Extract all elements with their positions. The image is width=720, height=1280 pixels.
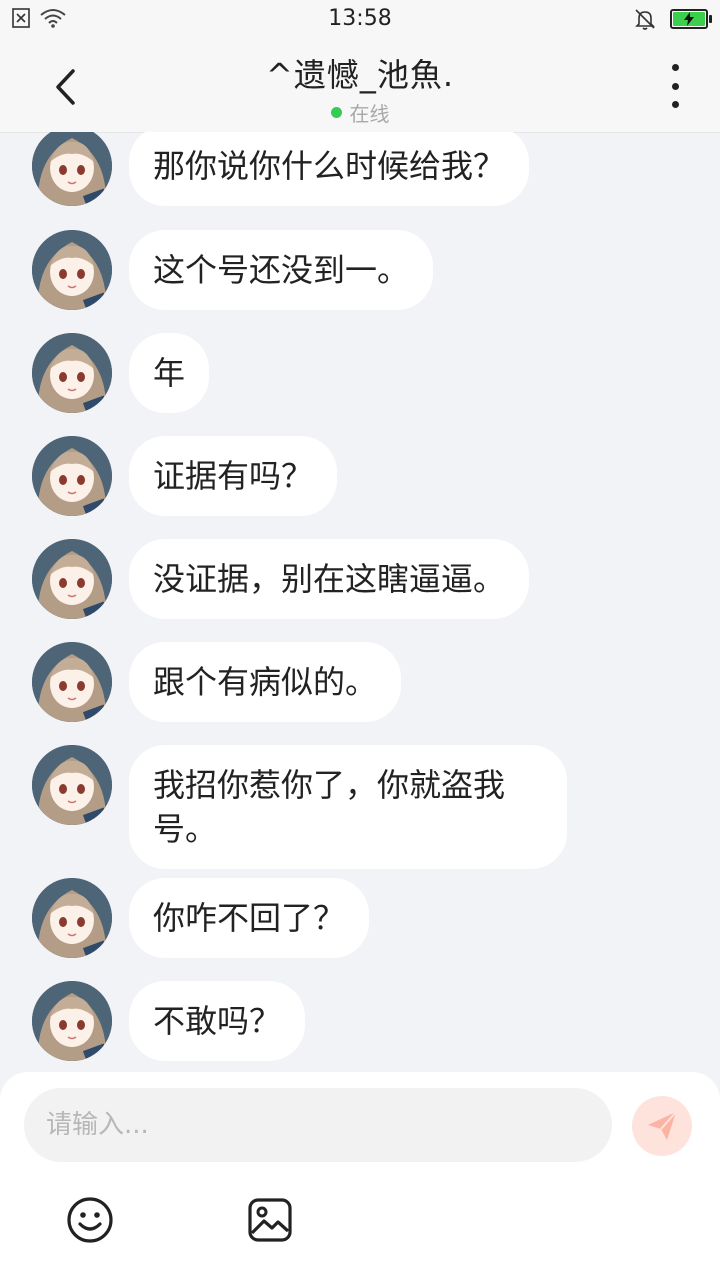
message-row: 年 xyxy=(32,333,210,413)
paper-plane-icon xyxy=(648,1111,677,1140)
online-dot-icon xyxy=(330,107,342,118)
more-dot-icon xyxy=(671,101,679,108)
avatar[interactable] xyxy=(32,642,112,722)
message-bubble[interactable]: 证据有吗？ xyxy=(129,436,338,516)
avatar[interactable] xyxy=(32,878,112,958)
avatar-image xyxy=(32,230,112,310)
online-status-label: 在线 xyxy=(349,102,390,126)
message-bubble[interactable]: 跟个有病似的。 xyxy=(129,642,402,722)
message-bubble[interactable]: 没证据，别在这瞎逼逼。 xyxy=(129,539,530,619)
message-row: 没证据，别在这瞎逼逼。 xyxy=(32,539,530,619)
message-row: 不敢吗？ xyxy=(32,981,306,1061)
emoji-icon xyxy=(67,1197,113,1243)
message-bubble[interactable]: 这个号还没到一。 xyxy=(129,230,434,310)
composer-panel xyxy=(0,1072,720,1280)
chat-title: ^遗憾_池魚. xyxy=(266,56,454,94)
message-row: 那你说你什么时候给我？ xyxy=(32,132,530,206)
emoji-button[interactable] xyxy=(66,1196,114,1244)
avatar[interactable] xyxy=(32,436,112,516)
image-button[interactable] xyxy=(246,1196,294,1244)
chat-header: ^遗憾_池魚. 在线 xyxy=(0,40,720,133)
avatar-image xyxy=(32,981,112,1061)
message-row: 证据有吗？ xyxy=(32,436,338,516)
image-icon xyxy=(248,1198,292,1242)
message-bubble[interactable]: 年 xyxy=(129,333,210,413)
avatar-image xyxy=(32,539,112,619)
mute-bell-icon xyxy=(635,9,655,30)
status-time: 13:58 xyxy=(328,6,392,31)
avatar-image xyxy=(32,132,112,206)
message-list[interactable]: 那你说你什么时候给我？ 这个号还没到一。 年 证据有吗？ 没证据，别在这瞎逼逼。… xyxy=(0,132,720,1072)
avatar[interactable] xyxy=(32,230,112,310)
message-row: 这个号还没到一。 xyxy=(32,230,434,310)
message-bubble[interactable]: 我招你惹你了，你就盗我号。 xyxy=(129,745,567,869)
message-bubble[interactable]: 你咋不回了？ xyxy=(129,878,370,958)
avatar-image xyxy=(32,436,112,516)
message-row: 你咋不回了？ xyxy=(32,878,370,958)
message-bubble[interactable]: 不敢吗？ xyxy=(129,981,306,1061)
avatar-image xyxy=(32,642,112,722)
status-bar: 13:58 xyxy=(0,0,720,40)
more-options-button[interactable] xyxy=(660,64,690,108)
avatar-image xyxy=(32,333,112,413)
message-row: 我招你惹你了，你就盗我号。 xyxy=(32,745,567,869)
online-status: 在线 xyxy=(0,98,720,127)
send-button[interactable] xyxy=(632,1096,692,1156)
message-bubble[interactable]: 那你说你什么时候给我？ xyxy=(129,132,530,206)
avatar-image xyxy=(32,745,112,825)
avatar[interactable] xyxy=(32,981,112,1061)
more-dot-icon xyxy=(671,64,679,71)
avatar[interactable] xyxy=(32,539,112,619)
more-dot-icon xyxy=(671,82,679,90)
avatar-image xyxy=(32,878,112,958)
avatar[interactable] xyxy=(32,132,112,206)
message-row: 跟个有病似的。 xyxy=(32,642,402,722)
avatar[interactable] xyxy=(32,333,112,413)
battery-charging-icon xyxy=(670,9,712,29)
avatar[interactable] xyxy=(32,745,112,825)
message-input[interactable] xyxy=(24,1088,612,1162)
